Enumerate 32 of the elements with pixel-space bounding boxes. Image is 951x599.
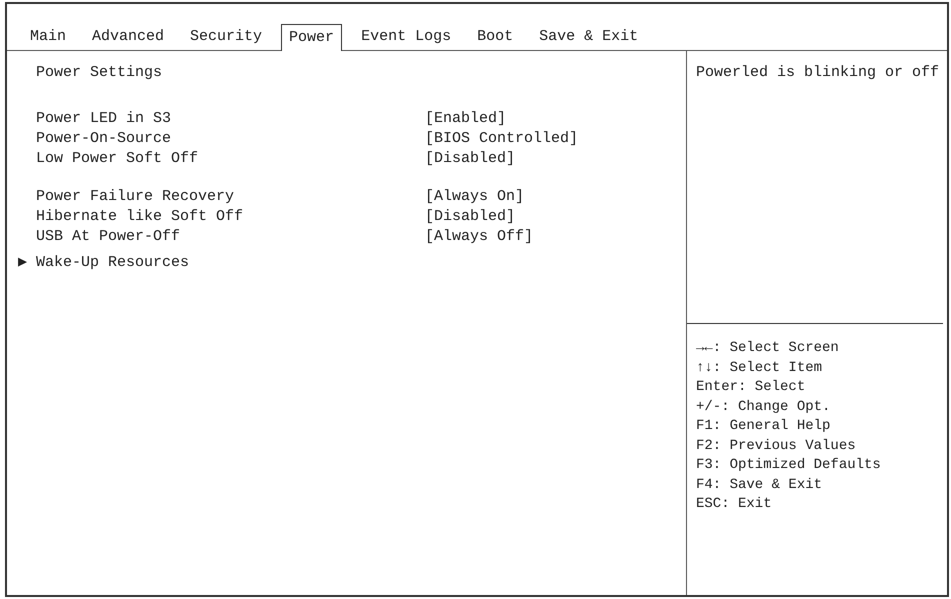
setting-value[interactable]: [Always Off] — [425, 227, 534, 247]
key-hint: F3: Optimized Defaults — [696, 456, 882, 475]
setting-label[interactable]: Power-On-Source — [36, 129, 425, 149]
submenu-marker: ▶ — [18, 253, 28, 273]
menu-tab[interactable]: Save & Exit — [526, 23, 652, 50]
key-hint: F4: Save & Exit — [696, 476, 824, 494]
key-hint: F2: Previous Values — [696, 436, 857, 456]
setting-value[interactable]: [Always On] — [425, 187, 524, 207]
setting-label[interactable]: Low Power Soft Off — [36, 149, 425, 169]
setting-label[interactable]: Power LED in S3 — [36, 109, 425, 129]
key-hint: +/-: Change Opt. — [696, 398, 832, 416]
menu-tab[interactable]: Security — [177, 23, 276, 50]
setting-label[interactable]: Power Failure Recovery — [36, 187, 425, 207]
menu-tab[interactable]: Power — [281, 24, 342, 51]
key-hint: F1: General Help — [696, 417, 832, 436]
setting-value[interactable]: [Enabled] — [425, 109, 506, 129]
menu-tab[interactable]: Boot — [464, 23, 526, 50]
key-hint: ESC: Exit — [696, 495, 773, 514]
help-text: Powerled is blinking or off — [696, 64, 940, 81]
key-hint: Enter: Select — [696, 378, 806, 397]
setting-value[interactable]: [Disabled] — [425, 207, 516, 227]
key-hint: ↑↓: Select Item — [696, 358, 824, 378]
setting-value[interactable]: [Disabled] — [425, 149, 516, 169]
setting-label[interactable]: USB At Power-Off — [36, 227, 425, 247]
menu-tab[interactable]: Main — [17, 23, 80, 50]
section-heading: Power Settings — [35, 63, 164, 83]
key-hint: →←: Select Screen — [696, 339, 840, 358]
setting-value[interactable]: [BIOS Controlled] — [425, 129, 578, 149]
submenu-item[interactable]: Wake-Up Resources — [36, 253, 190, 273]
menu-tab[interactable]: Event Logs — [348, 23, 464, 50]
setting-label[interactable]: Hibernate like Soft Off — [36, 207, 425, 227]
menu-tab[interactable]: Advanced — [79, 23, 178, 50]
